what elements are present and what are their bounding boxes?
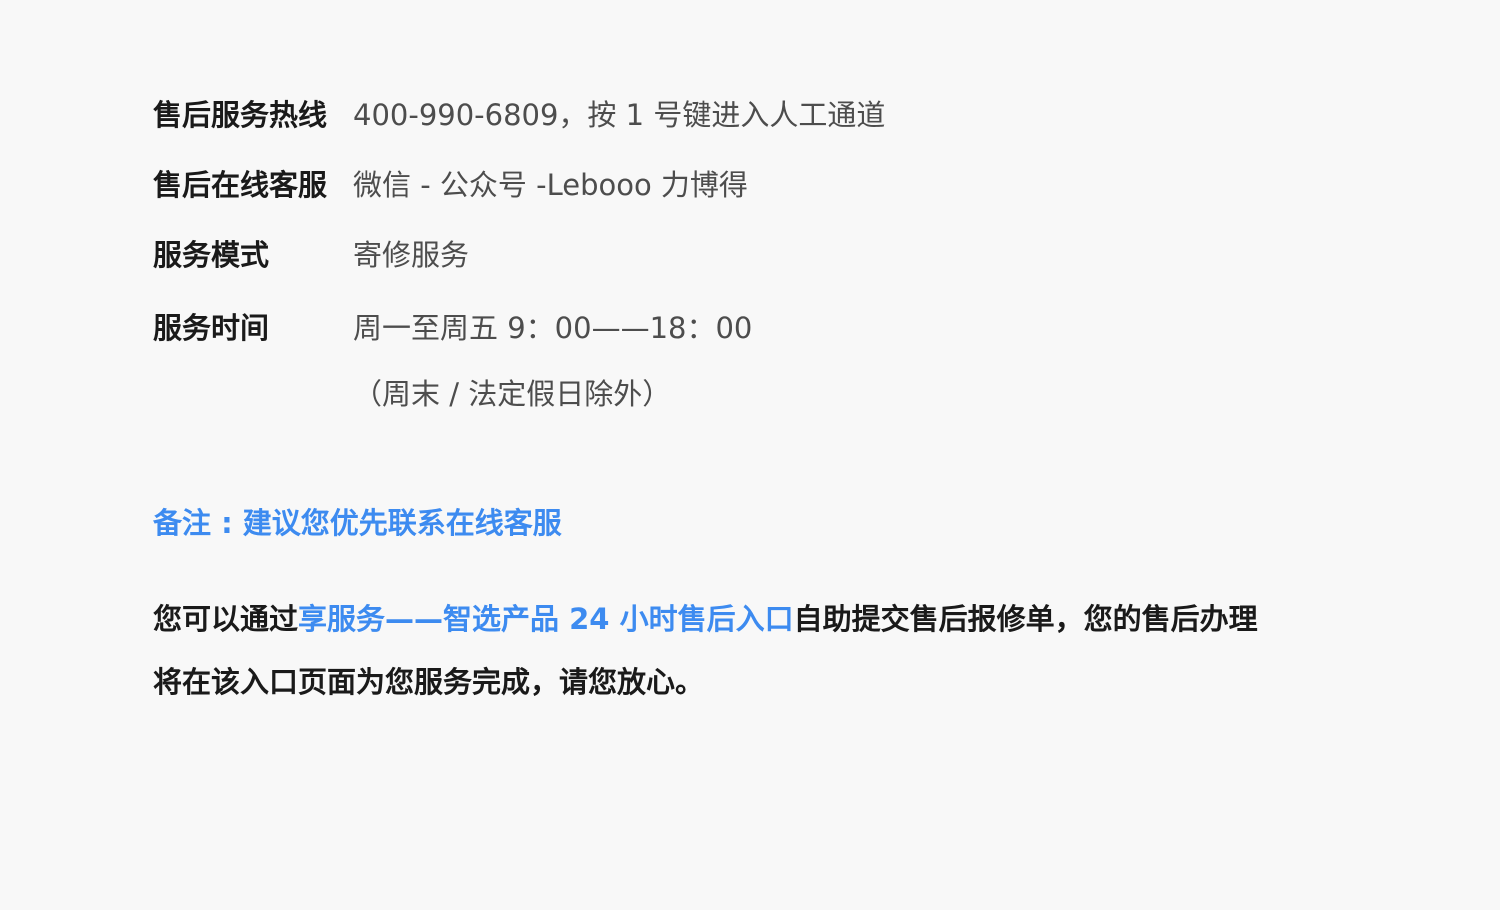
after-sales-entry-link[interactable]: 享服务——智选产品 24 小时售后入口 [298, 602, 794, 636]
hotline-label: 售后服务热线 [153, 98, 328, 132]
service-time-exception: （周末 / 法定假日除外） [353, 377, 672, 411]
service-time-value: 周一至周五 9：00——18：00 [353, 311, 753, 345]
hotline-row: 售后服务热线 400-990-6809，按 1 号键进入人工通道 [153, 93, 885, 133]
hotline-value: 400-990-6809，按 1 号键进入人工通道 [353, 98, 886, 132]
online-service-label: 售后在线客服 [153, 168, 328, 202]
service-mode-value: 寄修服务 [353, 238, 470, 272]
online-service-value: 微信 - 公众号 -Lebooo 力博得 [353, 168, 748, 202]
paragraph-prefix: 您可以通过 [153, 602, 299, 636]
service-time-row: 服务时间 周一至周五 9：00——18：00 [153, 306, 752, 346]
service-mode-label: 服务模式 [153, 238, 270, 272]
after-sales-info-page: 售后服务热线 400-990-6809，按 1 号键进入人工通道 售后在线客服 … [0, 0, 1500, 910]
paragraph-line-2: 将在该入口页面为您服务完成，请您放心。 [153, 665, 705, 699]
paragraph-suffix: 自助提交售后报修单，您的售后办理 [793, 602, 1258, 636]
self-service-paragraph: 您可以通过享服务——智选产品 24 小时售后入口自助提交售后报修单，您的售后办理… [153, 588, 1353, 714]
service-time-label: 服务时间 [153, 311, 270, 345]
note-text: 备注 : 建议您优先联系在线客服 [153, 506, 562, 540]
online-service-row: 售后在线客服 微信 - 公众号 -Lebooo 力博得 [153, 163, 748, 203]
paragraph-line-1: 您可以通过享服务——智选产品 24 小时售后入口自助提交售后报修单，您的售后办理 [153, 588, 1353, 651]
service-mode-row: 服务模式 寄修服务 [153, 233, 469, 273]
